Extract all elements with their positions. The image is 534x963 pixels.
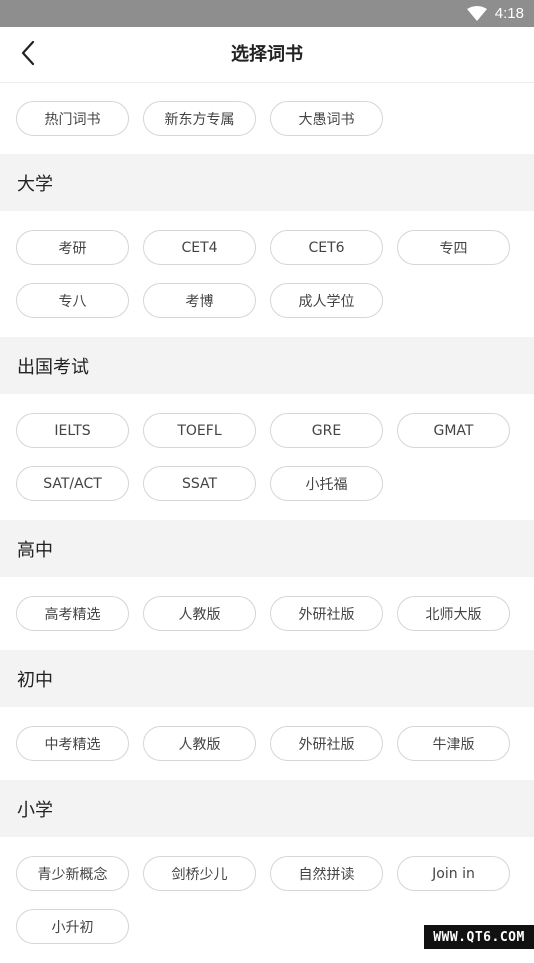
section-header-middle-school: 初中 xyxy=(0,650,534,707)
wifi-icon xyxy=(466,5,487,22)
book-chip[interactable]: SSAT xyxy=(143,466,256,501)
page-title: 选择词书 xyxy=(231,44,303,65)
book-chip[interactable]: 专四 xyxy=(397,230,510,265)
book-chip[interactable]: 牛津版 xyxy=(397,726,510,761)
book-chip[interactable]: GRE xyxy=(270,413,383,448)
book-chip[interactable]: 大愚词书 xyxy=(270,101,383,136)
watermark: WWW.QT6.COM xyxy=(424,925,534,949)
book-chip[interactable]: IELTS xyxy=(16,413,129,448)
book-list: 热门词书 新东方专属 大愚词书 大学 考研 CET4 CET6 专四 专八 考博… xyxy=(0,83,534,963)
status-time: 4:18 xyxy=(494,5,524,22)
book-chip[interactable]: 热门词书 xyxy=(16,101,129,136)
book-chip[interactable]: 中考精选 xyxy=(16,726,129,761)
app-header: 选择词书 xyxy=(0,27,534,83)
book-chip[interactable]: 北师大版 xyxy=(397,596,510,631)
status-indicators: 4:18 xyxy=(466,0,524,27)
chip-group-university: 考研 CET4 CET6 专四 专八 考博 成人学位 xyxy=(0,211,534,337)
book-chip[interactable]: CET4 xyxy=(143,230,256,265)
book-chip[interactable]: 专八 xyxy=(16,283,129,318)
chevron-left-icon xyxy=(20,40,36,70)
book-chip[interactable]: 青少新概念 xyxy=(16,856,129,891)
book-chip[interactable]: 剑桥少儿 xyxy=(143,856,256,891)
book-chip[interactable]: 小托福 xyxy=(270,466,383,501)
back-button[interactable] xyxy=(8,35,48,75)
book-chip[interactable]: TOEFL xyxy=(143,413,256,448)
book-chip[interactable]: 考研 xyxy=(16,230,129,265)
book-chip[interactable]: 人教版 xyxy=(143,596,256,631)
book-chip[interactable]: 自然拼读 xyxy=(270,856,383,891)
section-header-primary-school: 小学 xyxy=(0,780,534,837)
section-header-university: 大学 xyxy=(0,154,534,211)
book-chip[interactable]: GMAT xyxy=(397,413,510,448)
book-chip[interactable]: Join in xyxy=(397,856,510,891)
section-header-abroad-exams: 出国考试 xyxy=(0,337,534,394)
book-chip[interactable]: SAT/ACT xyxy=(16,466,129,501)
book-chip[interactable]: 外研社版 xyxy=(270,726,383,761)
book-chip[interactable]: 外研社版 xyxy=(270,596,383,631)
book-chip[interactable]: 新东方专属 xyxy=(143,101,256,136)
chip-group-high-school: 高考精选 人教版 外研社版 北师大版 xyxy=(0,577,534,650)
top-chip-group: 热门词书 新东方专属 大愚词书 xyxy=(0,83,534,154)
status-bar: 4:18 xyxy=(0,0,534,27)
chip-group-middle-school: 中考精选 人教版 外研社版 牛津版 xyxy=(0,707,534,780)
book-chip[interactable]: CET6 xyxy=(270,230,383,265)
chip-group-abroad-exams: IELTS TOEFL GRE GMAT SAT/ACT SSAT 小托福 xyxy=(0,394,534,520)
book-chip[interactable]: 人教版 xyxy=(143,726,256,761)
book-chip[interactable]: 考博 xyxy=(143,283,256,318)
section-header-high-school: 高中 xyxy=(0,520,534,577)
book-chip[interactable]: 成人学位 xyxy=(270,283,383,318)
book-chip[interactable]: 高考精选 xyxy=(16,596,129,631)
book-chip[interactable]: 小升初 xyxy=(16,909,129,944)
